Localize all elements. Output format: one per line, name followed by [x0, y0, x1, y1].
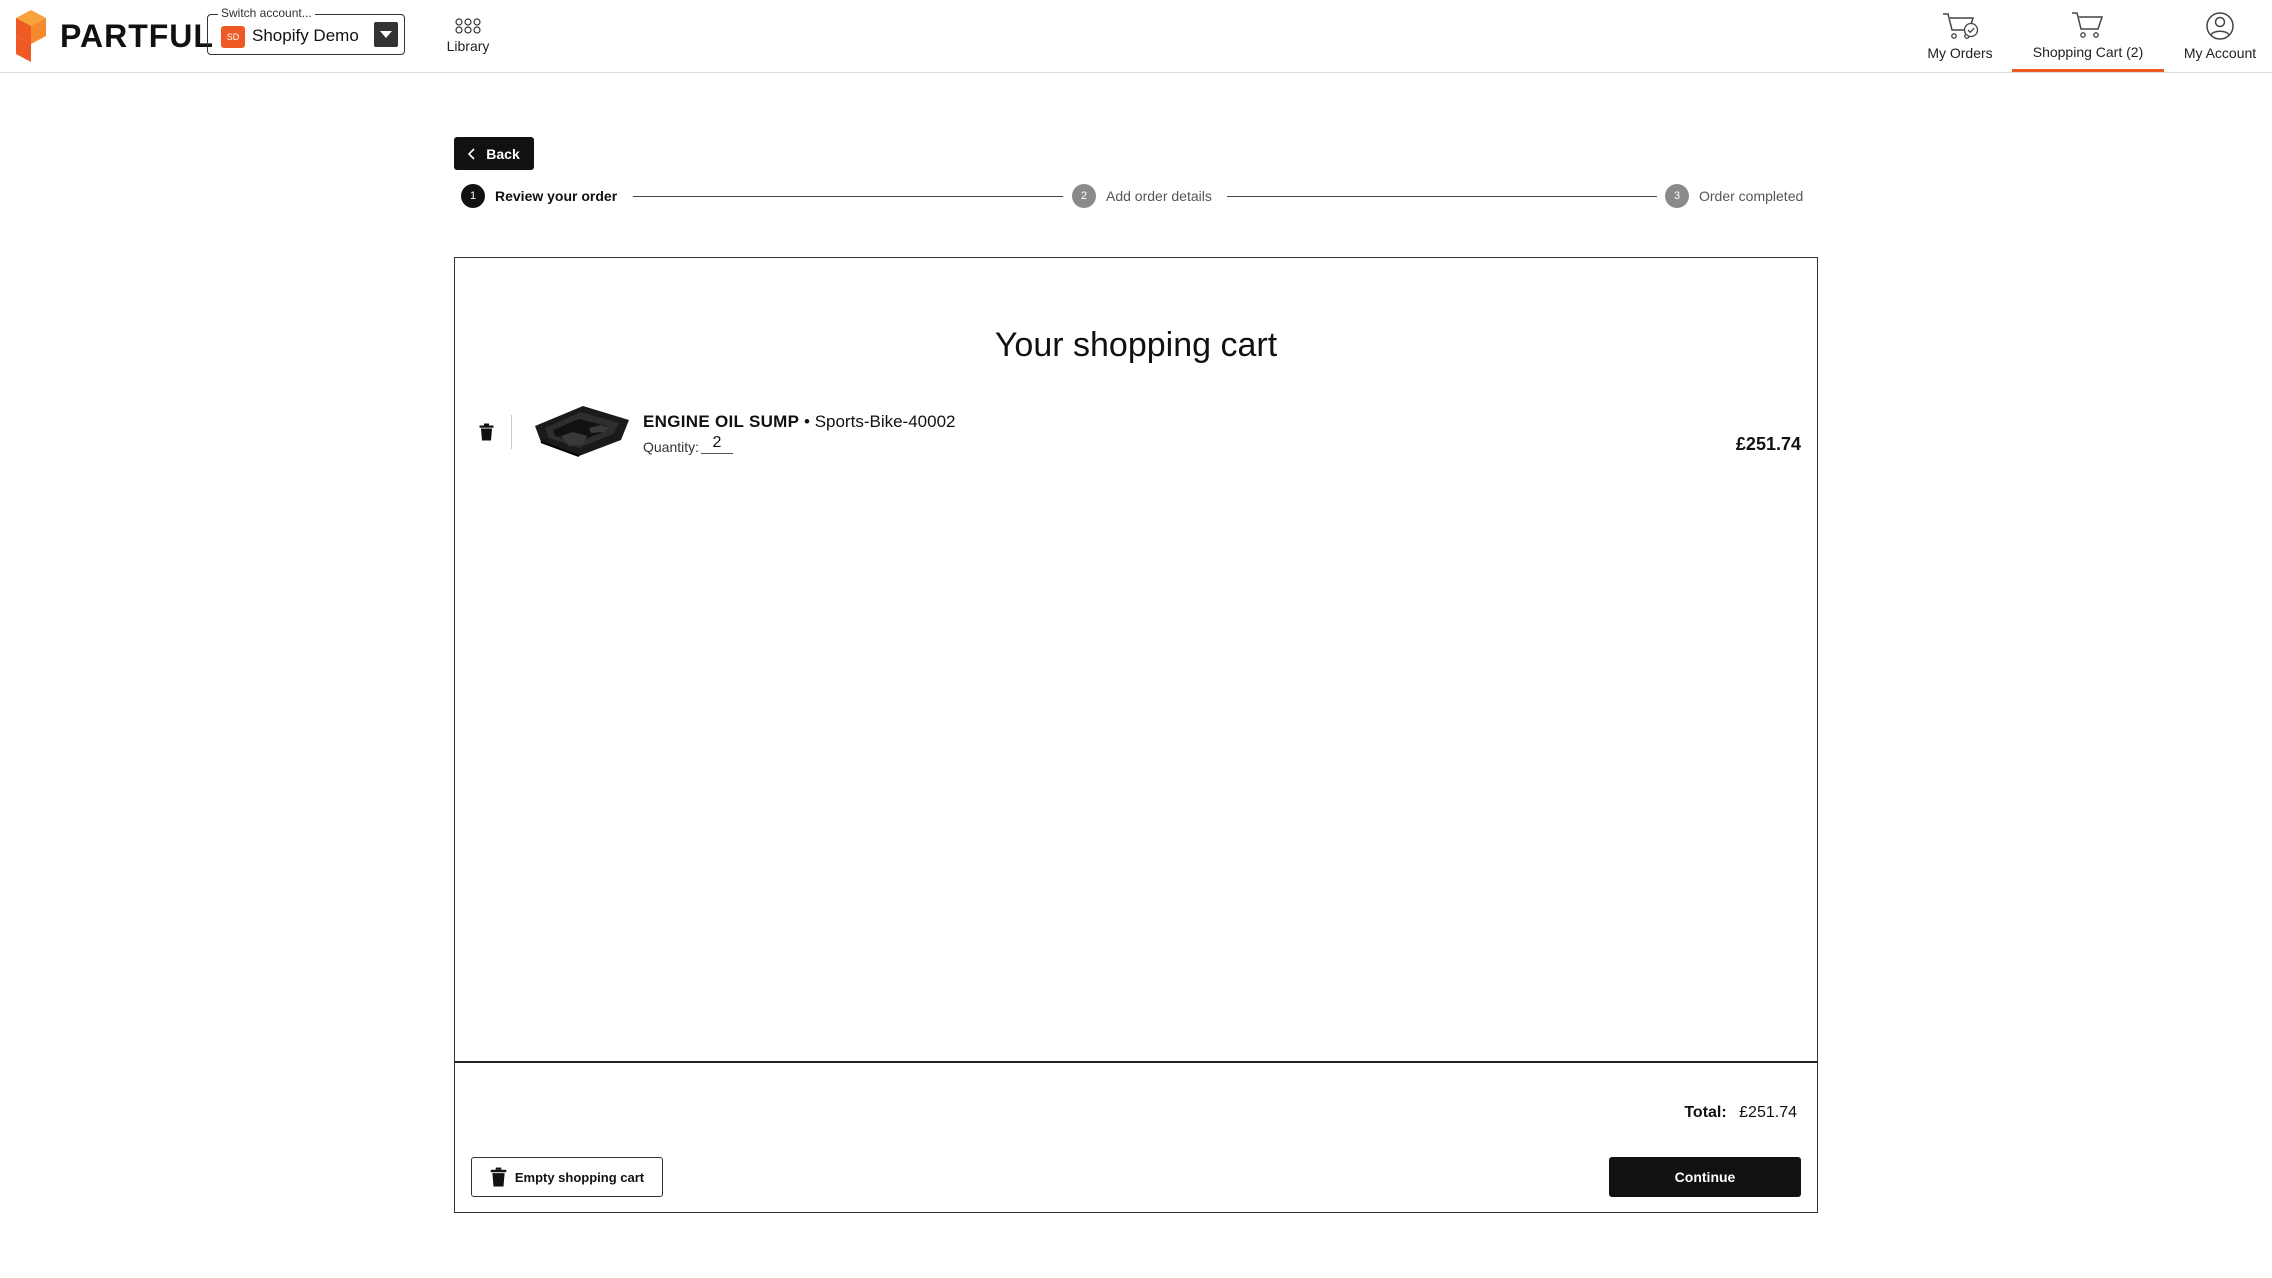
total-value: £251.74 [1739, 1104, 1797, 1121]
account-name: Shopify Demo [252, 26, 359, 45]
account-switcher-label: Switch account... [218, 6, 315, 20]
user-circle-icon [2206, 12, 2234, 40]
quantity-input[interactable] [701, 434, 733, 454]
trash-icon [479, 423, 494, 441]
partful-logo-icon [16, 10, 46, 62]
top-navigation-bar: PARTFUL Switch account... SD Shopify Dem… [0, 0, 2272, 73]
back-button-label: Back [486, 145, 520, 162]
step-label: Review your order [495, 188, 618, 204]
total-label: Total: [1684, 1104, 1727, 1121]
nav-my-orders-label: My Orders [1927, 45, 1993, 61]
cart-item-variant: Sports-Bike-40002 [814, 412, 956, 431]
account-switcher[interactable]: Switch account... SD Shopify Demo [207, 6, 405, 55]
account-avatar: SD [221, 26, 245, 48]
step-connector [1227, 196, 1657, 197]
partful-logo[interactable]: PARTFUL [14, 10, 214, 62]
library-grid-icon [455, 18, 481, 34]
step-order-completed: 3 Order completed [1665, 184, 1803, 208]
nav-shopping-cart-label: Shopping Cart (2) [2032, 43, 2144, 60]
chevron-left-icon [468, 147, 475, 160]
step-number: 2 [1072, 184, 1096, 208]
step-label: Add order details [1106, 188, 1212, 204]
shopping-cart-icon [2072, 11, 2104, 38]
step-review-order: 1 Review your order [461, 184, 617, 208]
nav-my-account-label: My Account [2183, 45, 2257, 61]
empty-cart-button[interactable]: Empty shopping cart [471, 1157, 663, 1197]
cart-total: Total: £251.74 [1684, 1104, 1797, 1122]
step-number: 1 [461, 184, 485, 208]
empty-cart-label: Empty shopping cart [514, 1169, 645, 1185]
nav-library[interactable]: Library [432, 0, 504, 72]
cart-item-name: ENGINE OIL SUMP [643, 412, 800, 431]
step-number: 3 [1665, 184, 1689, 208]
nav-shopping-cart[interactable]: Shopping Cart (2) [2012, 0, 2164, 72]
cart-title: Your shopping cart [994, 326, 1278, 364]
quantity-label: Quantity: [643, 439, 700, 455]
back-button[interactable]: Back [454, 137, 534, 170]
continue-label: Continue [1674, 1169, 1736, 1185]
step-label: Order completed [1699, 188, 1804, 204]
cart-check-icon [1943, 13, 1979, 39]
cart-item-title: ENGINE OIL SUMP • Sports-Bike-40002 [643, 412, 956, 432]
cart-item-price: £251.74 [1735, 434, 1801, 454]
chevron-down-icon[interactable] [374, 22, 398, 47]
nav-library-label: Library [446, 38, 490, 54]
continue-button[interactable]: Continue [1609, 1157, 1801, 1197]
step-add-order-details: 2 Add order details [1072, 184, 1212, 208]
cart-item-separator: • [804, 412, 810, 431]
trash-icon [490, 1167, 507, 1187]
product-thumbnail [531, 400, 631, 465]
logo-text: PARTFUL [60, 17, 214, 54]
shopping-cart-panel: Your shopping cart ENGINE OIL SUMP • Spo… [454, 257, 1818, 1213]
nav-my-account[interactable]: My Account [2170, 0, 2270, 72]
panel-divider [455, 1061, 1817, 1063]
nav-my-orders[interactable]: My Orders [1918, 0, 2002, 72]
step-connector [633, 196, 1063, 197]
engine-oil-sump-image [535, 406, 629, 457]
remove-item-button[interactable] [479, 423, 494, 446]
item-divider [511, 415, 512, 449]
